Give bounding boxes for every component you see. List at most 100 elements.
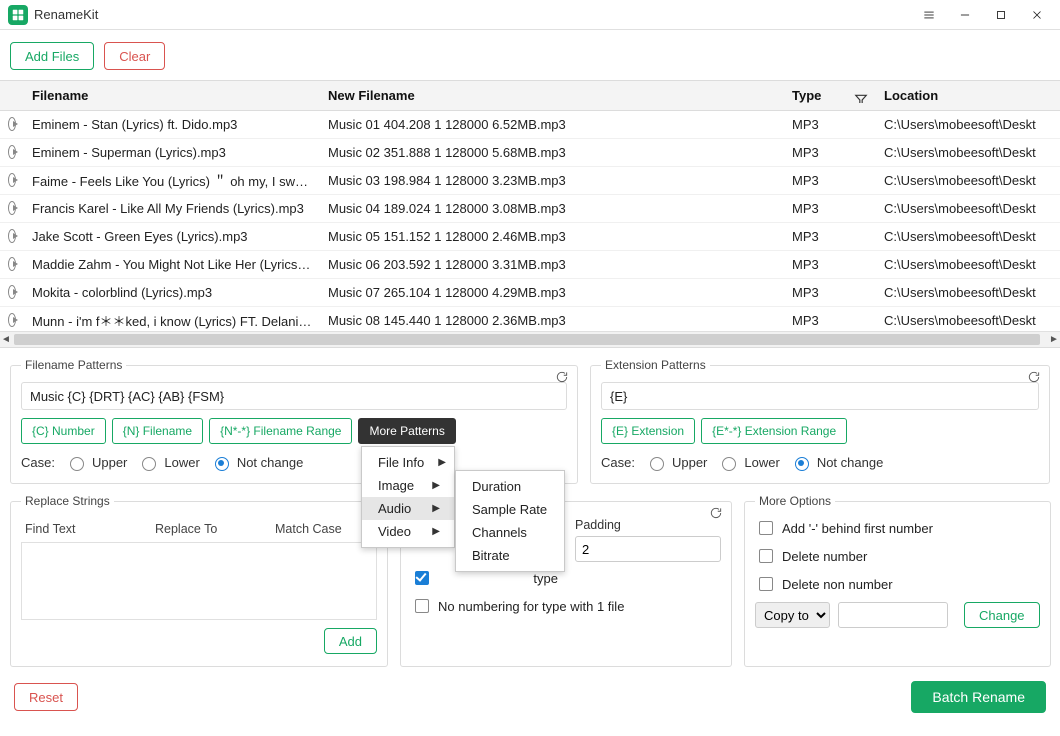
cell-type: MP3	[784, 257, 876, 272]
case-upper-radio[interactable]: Upper	[65, 454, 127, 471]
table-row[interactable]: Jake Scott - Green Eyes (Lyrics).mp3Musi…	[0, 223, 1060, 251]
filename-patterns-panel: Filename Patterns {C} Number {N} Filenam…	[10, 358, 578, 484]
cell-type: MP3	[784, 173, 876, 188]
tag-e-extension[interactable]: {E} Extension	[601, 418, 695, 444]
play-icon[interactable]	[8, 313, 16, 327]
table-row[interactable]: Maddie Zahm - You Might Not Like Her (Ly…	[0, 251, 1060, 279]
play-icon[interactable]	[8, 285, 16, 299]
clear-button[interactable]: Clear	[104, 42, 165, 70]
cell-new-filename: Music 01 404.208 1 128000 6.52MB.mp3	[320, 117, 784, 132]
minimize-button[interactable]	[950, 4, 980, 26]
change-button[interactable]: Change	[964, 602, 1040, 628]
refresh-icon[interactable]	[1027, 370, 1041, 387]
table-row[interactable]: Francis Karel - Like All My Friends (Lyr…	[0, 195, 1060, 223]
play-icon[interactable]	[8, 257, 16, 271]
refresh-icon[interactable]	[555, 370, 569, 387]
file-table: Filename New Filename Type Location Emin…	[0, 80, 1060, 348]
header-new-filename[interactable]: New Filename	[320, 88, 784, 103]
menu-audio[interactable]: Audio▶	[362, 497, 454, 520]
cell-new-filename: Music 02 351.888 1 128000 5.68MB.mp3	[320, 145, 784, 160]
menu-video[interactable]: Video▶	[362, 520, 454, 543]
table-row[interactable]: Eminem - Superman (Lyrics).mp3Music 02 3…	[0, 139, 1060, 167]
case-notchange-radio[interactable]: Not change	[210, 454, 304, 471]
reset-button[interactable]: Reset	[14, 683, 78, 711]
play-icon[interactable]	[8, 201, 16, 215]
more-patterns-button[interactable]: More Patterns	[358, 418, 455, 444]
padding-input[interactable]	[575, 536, 721, 562]
menu-image[interactable]: Image▶	[362, 474, 454, 497]
add-files-button[interactable]: Add Files	[10, 42, 94, 70]
maximize-button[interactable]	[986, 4, 1016, 26]
padding-label: Padding	[575, 518, 721, 532]
cell-type: MP3	[784, 285, 876, 300]
tag-filename-range[interactable]: {N*-*} Filename Range	[209, 418, 352, 444]
header-type[interactable]: Type	[784, 88, 876, 103]
table-header: Filename New Filename Type Location	[0, 81, 1060, 111]
replace-strings-header: Find Text Replace To Match Case	[21, 518, 377, 542]
header-location[interactable]: Location	[876, 88, 1060, 103]
table-row[interactable]: Faime - Feels Like You (Lyrics) ＂ oh my,…	[0, 167, 1060, 195]
titlebar: RenameKit	[0, 0, 1060, 30]
copy-to-select[interactable]: Copy to	[755, 602, 830, 628]
cell-new-filename: Music 07 265.104 1 128000 4.29MB.mp3	[320, 285, 784, 300]
refresh-icon[interactable]	[709, 506, 723, 523]
case-label: Case:	[601, 455, 635, 470]
add-replace-button[interactable]: Add	[324, 628, 377, 654]
scroll-right-arrow-icon[interactable]: ►	[1048, 334, 1060, 345]
cell-type: MP3	[784, 201, 876, 216]
cell-location: C:\Users\mobeesoft\Deskt	[876, 313, 1060, 328]
table-row[interactable]: Mokita - colorblind (Lyrics).mp3Music 07…	[0, 279, 1060, 307]
copy-to-path-input[interactable]	[838, 602, 948, 628]
batch-rename-button[interactable]: Batch Rename	[911, 681, 1046, 713]
close-button[interactable]	[1022, 4, 1052, 26]
no-numbering-checkbox[interactable]: No numbering for type with 1 file	[411, 596, 624, 616]
cell-filename: Mokita - colorblind (Lyrics).mp3	[24, 285, 320, 300]
cell-filename: Francis Karel - Like All My Friends (Lyr…	[24, 201, 320, 216]
header-match-case: Match Case	[275, 522, 365, 536]
horizontal-scrollbar[interactable]: ◄ ►	[0, 331, 1060, 347]
cell-new-filename: Music 06 203.592 1 128000 3.31MB.mp3	[320, 257, 784, 272]
header-find-text: Find Text	[25, 522, 135, 536]
extension-pattern-input[interactable]	[601, 382, 1039, 410]
add-dash-checkbox[interactable]: Add '-' behind first number	[755, 518, 933, 538]
cell-type: MP3	[784, 117, 876, 132]
menu-audio-channels[interactable]: Channels	[456, 521, 564, 544]
chevron-right-icon: ▶	[432, 480, 440, 491]
menu-audio-sample-rate[interactable]: Sample Rate	[456, 498, 564, 521]
table-row[interactable]: Munn - i'm f＊＊ked, i know (Lyrics) FT. D…	[0, 307, 1060, 332]
replace-list-area[interactable]	[21, 542, 377, 620]
filter-icon[interactable]	[854, 93, 868, 103]
play-icon[interactable]	[8, 229, 16, 243]
case-lower-radio[interactable]: Lower	[137, 454, 199, 471]
delete-number-checkbox[interactable]: Delete number	[755, 546, 867, 566]
extension-patterns-panel: Extension Patterns {E} Extension {E*-*} …	[590, 358, 1050, 484]
menu-audio-duration[interactable]: Duration	[456, 475, 564, 498]
menu-audio-bitrate[interactable]: Bitrate	[456, 544, 564, 567]
tag-c-number[interactable]: {C} Number	[21, 418, 106, 444]
cell-filename: Munn - i'm f＊＊ked, i know (Lyrics) FT. D…	[24, 311, 320, 330]
app-icon	[8, 5, 28, 25]
scroll-left-arrow-icon[interactable]: ◄	[0, 334, 12, 345]
play-icon[interactable]	[8, 173, 16, 187]
hamburger-icon[interactable]	[914, 4, 944, 26]
play-icon[interactable]	[8, 117, 16, 131]
menu-file-info[interactable]: File Info▶	[362, 451, 454, 474]
ext-case-notchange-radio[interactable]: Not change	[790, 454, 884, 471]
more-options-legend: More Options	[755, 494, 835, 508]
tag-extension-range[interactable]: {E*-*} Extension Range	[701, 418, 847, 444]
play-icon[interactable]	[8, 145, 16, 159]
cell-location: C:\Users\mobeesoft\Deskt	[876, 257, 1060, 272]
table-row[interactable]: Eminem - Stan (Lyrics) ft. Dido.mp3Music…	[0, 111, 1060, 139]
tag-n-filename[interactable]: {N} Filename	[112, 418, 203, 444]
filename-pattern-input[interactable]	[21, 382, 567, 410]
cell-location: C:\Users\mobeesoft\Deskt	[876, 145, 1060, 160]
ext-case-upper-radio[interactable]: Upper	[645, 454, 707, 471]
ext-case-lower-radio[interactable]: Lower	[717, 454, 779, 471]
audio-submenu: Duration Sample Rate Channels Bitrate	[455, 470, 565, 572]
header-filename[interactable]: Filename	[24, 88, 320, 103]
cell-new-filename: Music 05 151.152 1 128000 2.46MB.mp3	[320, 229, 784, 244]
cell-new-filename: Music 08 145.440 1 128000 2.36MB.mp3	[320, 313, 784, 328]
header-replace-to: Replace To	[155, 522, 255, 536]
cell-filename: Jake Scott - Green Eyes (Lyrics).mp3	[24, 229, 320, 244]
delete-non-number-checkbox[interactable]: Delete non number	[755, 574, 893, 594]
